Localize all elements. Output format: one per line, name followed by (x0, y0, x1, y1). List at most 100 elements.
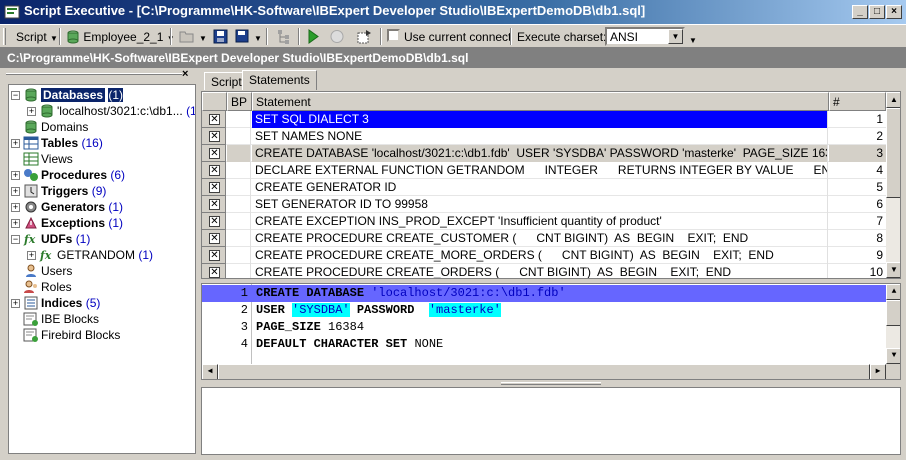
expand-icon[interactable]: + (11, 171, 20, 180)
expand-icon[interactable]: + (11, 203, 20, 212)
editor-line[interactable]: 4 DEFAULT CHARACTER SET NONE (202, 336, 886, 353)
table-row[interactable]: ✕ CREATE PROCEDURE CREATE_MORE_ORDERS ( C… (202, 247, 886, 264)
breakpoint-cell[interactable] (227, 230, 251, 247)
execute-checkbox[interactable]: ✕ (209, 165, 220, 176)
tree-node-connection[interactable]: + 'localhost/3021:c:\db1... (1) (27, 103, 195, 119)
close-button[interactable]: × (886, 5, 902, 19)
chevron-down-icon[interactable]: ▼ (199, 34, 207, 43)
minimize-button[interactable]: _ (852, 5, 868, 19)
grid-vertical-scrollbar[interactable]: ▲ ▼ (886, 92, 900, 278)
scroll-down-icon[interactable]: ▼ (886, 348, 900, 364)
panel-splitter[interactable] (196, 70, 200, 455)
tree-node-getrandom[interactable]: + fx GETRANDOM (1) (27, 247, 153, 263)
output-panel[interactable] (201, 387, 901, 455)
tree-node-udfs[interactable]: − fx UDFs (1) (11, 231, 90, 247)
tree-node-exceptions[interactable]: + Exceptions (1) (11, 215, 123, 231)
tree-view-icon[interactable] (276, 28, 294, 45)
table-row[interactable]: ✕ CREATE DATABASE 'localhost/3021:c:\db1.… (202, 145, 886, 162)
charset-select[interactable]: ANSI ▼ (605, 27, 685, 46)
table-row[interactable]: ✕ SET SQL DIALECT 3 1 (202, 111, 886, 128)
title-bar[interactable]: Script Executive - [C:\Programme\HK-Soft… (0, 0, 906, 24)
breakpoint-cell[interactable] (227, 247, 251, 264)
toolbar-overflow-icon[interactable]: ▼ (689, 36, 697, 45)
options-icon[interactable] (356, 28, 374, 45)
scroll-thumb[interactable] (218, 364, 870, 379)
table-row[interactable]: ✕ CREATE EXCEPTION INS_PROD_EXCEPT 'Insuf… (202, 213, 886, 230)
tree-node-procedures[interactable]: + Procedures (6) (11, 167, 125, 183)
breakpoint-cell[interactable] (227, 213, 251, 230)
grid-header-number[interactable]: # (829, 92, 886, 111)
toolbar-grip[interactable] (3, 28, 6, 45)
execute-checkbox[interactable]: ✕ (209, 267, 220, 278)
execute-checkbox[interactable]: ✕ (209, 250, 220, 261)
breakpoint-cell[interactable] (227, 128, 251, 145)
breakpoint-cell[interactable] (227, 264, 251, 278)
editor-line[interactable]: 1 CREATE DATABASE 'localhost/3021:c:\db1… (202, 285, 886, 302)
editor-vertical-scrollbar[interactable]: ▲ ▼ (886, 284, 900, 364)
open-folder-icon[interactable] (178, 28, 196, 45)
execute-checkbox[interactable]: ✕ (209, 216, 220, 227)
expand-icon[interactable]: + (11, 139, 20, 148)
close-panel-icon[interactable]: × (182, 68, 188, 80)
tab-statements[interactable]: Statements (242, 70, 317, 90)
scroll-right-icon[interactable]: ▶ (870, 364, 886, 379)
scroll-left-icon[interactable]: ◀ (202, 364, 218, 379)
save-as-icon[interactable] (234, 28, 252, 45)
scroll-thumb[interactable] (886, 300, 900, 326)
execute-checkbox[interactable]: ✕ (209, 233, 220, 244)
collapse-icon[interactable]: − (11, 91, 20, 100)
expand-icon[interactable]: + (11, 187, 20, 196)
tree-node-views[interactable]: Views (23, 151, 73, 167)
chevron-down-icon[interactable]: ▼ (668, 29, 683, 44)
stop-icon[interactable] (328, 28, 346, 45)
table-row[interactable]: ✕ SET GENERATOR ID TO 99958 6 (202, 196, 886, 213)
tree-node-triggers[interactable]: + Triggers (9) (11, 183, 106, 199)
breakpoint-cell[interactable] (227, 145, 251, 162)
expand-icon[interactable]: + (27, 251, 36, 260)
table-row[interactable]: ✕ DECLARE EXTERNAL FUNCTION GETRANDOM INT… (202, 162, 886, 179)
execute-checkbox[interactable]: ✕ (209, 148, 220, 159)
editor-horizontal-scrollbar[interactable]: ◀ ▶ (202, 364, 886, 379)
splitter-grip[interactable] (501, 382, 601, 385)
grid-header-bp[interactable]: BP (227, 92, 252, 111)
tree-node-generators[interactable]: + Generators (1) (11, 199, 123, 215)
breakpoint-cell[interactable] (227, 162, 251, 179)
tree-node-tables[interactable]: + Tables (16) (11, 135, 103, 151)
database-tree[interactable]: − Databases (1) + 'localhost/3021:c:\db1..… (8, 84, 196, 454)
tree-node-users[interactable]: Users (23, 263, 72, 279)
table-row[interactable]: ✕ CREATE GENERATOR ID 5 (202, 179, 886, 196)
scroll-thumb[interactable] (886, 108, 900, 198)
panel-grip[interactable] (6, 73, 182, 75)
breakpoint-cell[interactable] (227, 196, 251, 213)
tree-node-indices[interactable]: + Indices (5) (11, 295, 100, 311)
scroll-down-icon[interactable]: ▼ (886, 262, 900, 278)
table-row[interactable]: ✕ CREATE PROCEDURE CREATE_ORDERS ( CNT BI… (202, 264, 886, 278)
statements-grid[interactable]: BP Statement # ✕ SET SQL DIALECT 3 1 ✕ SET … (201, 91, 901, 279)
run-icon[interactable] (304, 28, 322, 45)
execute-checkbox[interactable]: ✕ (209, 131, 220, 142)
expand-icon[interactable]: + (11, 219, 20, 228)
table-row[interactable]: ✕ CREATE PROCEDURE CREATE_CUSTOMER ( CNT … (202, 230, 886, 247)
sql-editor[interactable]: 1 CREATE DATABASE 'localhost/3021:c:\db1… (201, 283, 901, 380)
chevron-down-icon[interactable]: ▼ (254, 34, 262, 43)
tree-node-domains[interactable]: Domains (23, 119, 88, 135)
execute-checkbox[interactable]: ✕ (209, 199, 220, 210)
tree-node-ibe-blocks[interactable]: IBE Blocks (23, 311, 99, 327)
use-current-connect-checkbox[interactable] (387, 29, 400, 42)
execute-checkbox[interactable]: ✕ (209, 182, 220, 193)
database-select-button[interactable]: Employee_2_1 ▼ (66, 30, 175, 44)
expand-icon[interactable]: + (11, 299, 20, 308)
editor-line[interactable]: 2 USER 'SYSDBA' PASSWORD 'masterke' (202, 302, 886, 319)
table-row[interactable]: ✕ SET NAMES NONE 2 (202, 128, 886, 145)
grid-header-statement[interactable]: Statement (252, 92, 829, 111)
expand-icon[interactable]: + (27, 107, 36, 116)
save-icon[interactable] (212, 28, 230, 45)
execute-checkbox[interactable]: ✕ (209, 114, 220, 125)
tree-node-roles[interactable]: Roles (23, 279, 72, 295)
script-menu-button[interactable]: Script ▼ (16, 30, 58, 44)
tree-node-firebird-blocks[interactable]: Firebird Blocks (23, 327, 120, 343)
collapse-icon[interactable]: − (11, 235, 20, 244)
editor-line[interactable]: 3 PAGE_SIZE 16384 (202, 319, 886, 336)
maximize-button[interactable]: □ (869, 5, 885, 19)
breakpoint-cell[interactable] (227, 179, 251, 196)
